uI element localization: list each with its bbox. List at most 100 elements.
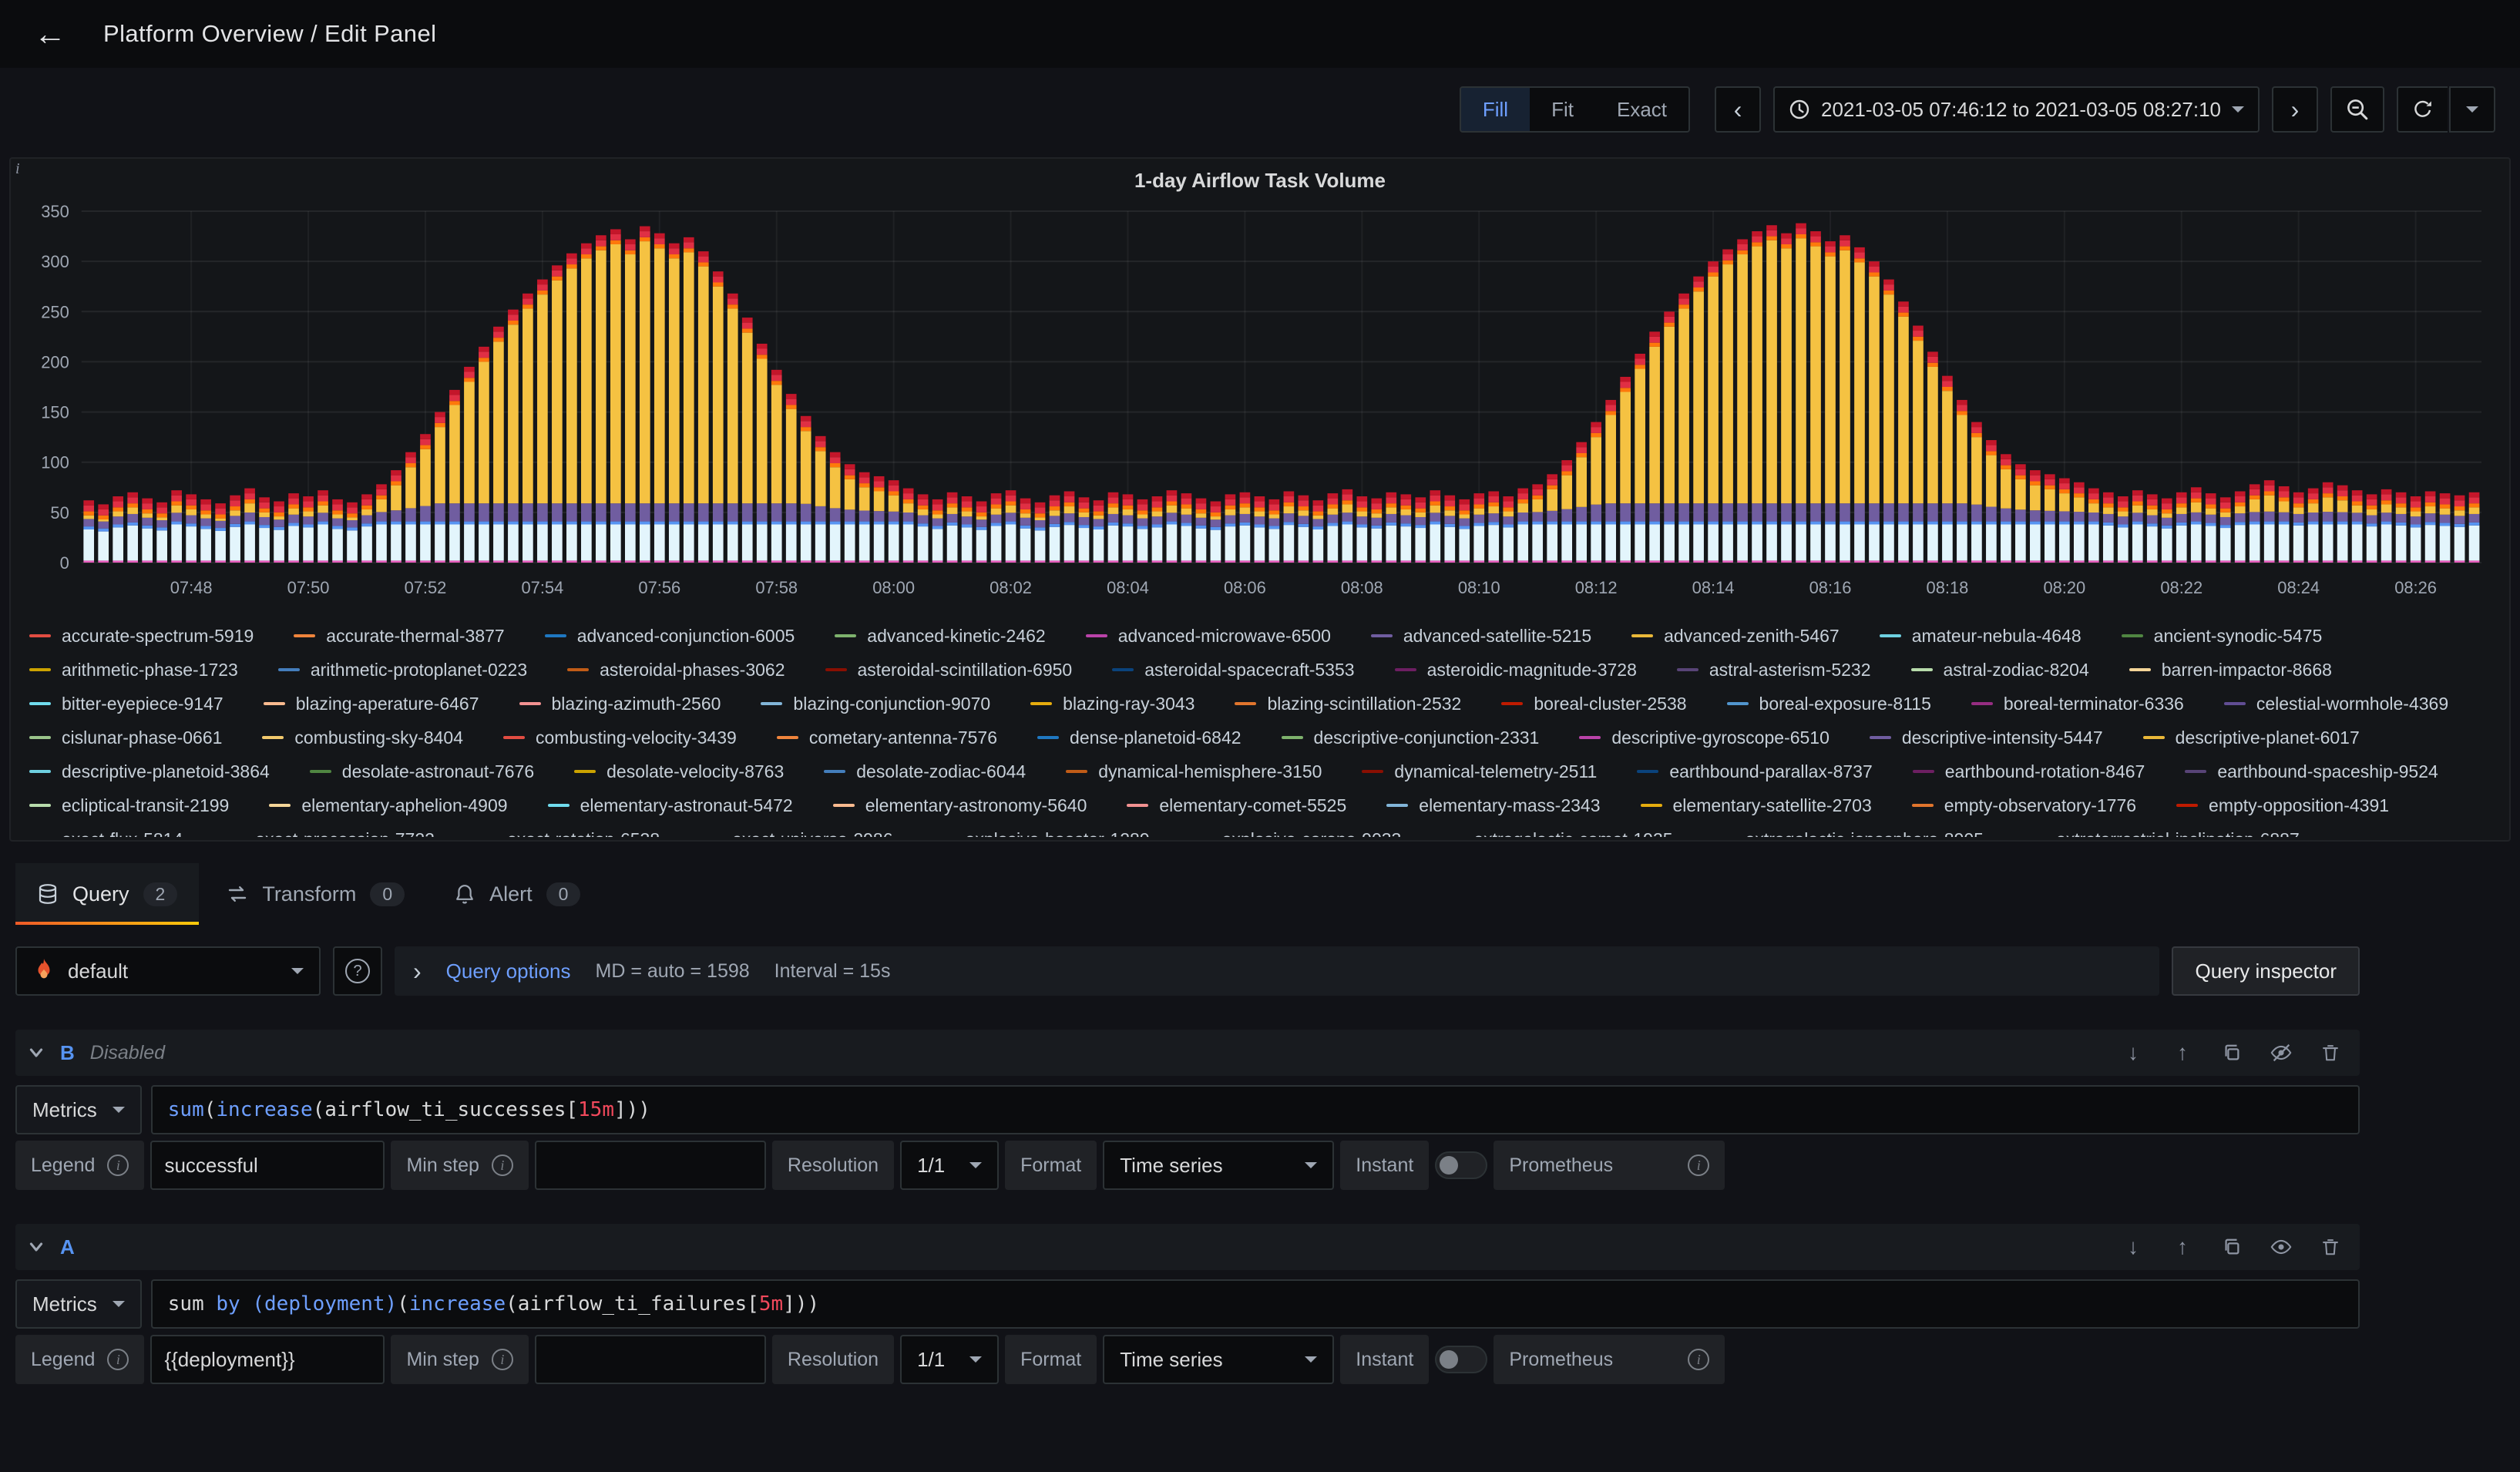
instant-toggle[interactable] — [1435, 1151, 1487, 1179]
legend-item[interactable]: explosive-corona-9033 — [1190, 825, 1402, 837]
legend-item[interactable]: empty-observatory-1776 — [1912, 791, 2136, 820]
legend-item[interactable]: descriptive-conjunction-2331 — [1282, 723, 1540, 752]
move-query-up-icon[interactable]: ↑ — [2166, 1036, 2199, 1070]
duplicate-query-icon[interactable] — [2215, 1036, 2249, 1070]
legend-item[interactable]: asteroidic-magnitude-3728 — [1395, 655, 1637, 684]
legend-item[interactable]: exact-universe-2986 — [700, 825, 892, 837]
legend-item[interactable]: exact-rotation-6538 — [475, 825, 660, 837]
legend-item[interactable]: exact-flux-5814 — [29, 825, 183, 837]
legend-item[interactable]: asteroidal-phases-3062 — [567, 655, 785, 684]
duplicate-query-icon[interactable] — [2215, 1230, 2249, 1264]
legend-item[interactable]: boreal-exposure-8115 — [1727, 689, 1931, 718]
legend-item[interactable]: empty-opposition-4391 — [2176, 791, 2389, 820]
legend-item[interactable]: combusting-sky-8404 — [262, 723, 463, 752]
resolution-select[interactable]: 1/1 — [900, 1335, 999, 1384]
legend-item[interactable]: blazing-scintillation-2532 — [1235, 689, 1461, 718]
legend-item[interactable]: dynamical-telemetry-2511 — [1362, 757, 1597, 786]
promql-input[interactable]: sum(increase(airflow_ti_successes[15m])) — [151, 1085, 2360, 1134]
legend-item[interactable]: accurate-thermal-3877 — [294, 621, 504, 650]
time-range-picker[interactable]: 2021-03-05 07:46:12 to 2021-03-05 08:27:… — [1773, 86, 2260, 133]
legend-item[interactable]: combusting-velocity-3439 — [503, 723, 737, 752]
legend-item[interactable]: advanced-conjunction-6005 — [545, 621, 795, 650]
min-step-input[interactable] — [535, 1141, 766, 1190]
legend-format-input[interactable] — [150, 1335, 385, 1384]
legend-item[interactable]: elementary-astronaut-5472 — [548, 791, 793, 820]
move-query-up-icon[interactable]: ↑ — [2166, 1230, 2199, 1264]
resolution-select[interactable]: 1/1 — [900, 1141, 999, 1190]
datasource-picker[interactable]: default — [15, 946, 321, 996]
zoom-out-button[interactable] — [2330, 86, 2384, 133]
legend-item[interactable]: blazing-azimuth-2560 — [519, 689, 721, 718]
format-select[interactable]: Time series — [1103, 1335, 1334, 1384]
legend-item[interactable]: accurate-spectrum-5919 — [29, 621, 254, 650]
legend-item[interactable]: dense-planetoid-6842 — [1037, 723, 1242, 752]
legend-item[interactable]: asteroidal-scintillation-6950 — [825, 655, 1073, 684]
datasource-help-button[interactable]: ? — [333, 946, 382, 996]
legend-item[interactable]: boreal-cluster-2538 — [1501, 689, 1686, 718]
time-shift-back-button[interactable]: ‹ — [1715, 86, 1761, 133]
delete-query-icon[interactable] — [2313, 1230, 2347, 1264]
legend-item[interactable]: earthbound-rotation-8467 — [1913, 757, 2145, 786]
refresh-interval-dropdown[interactable] — [2449, 86, 2495, 133]
legend-format-input[interactable] — [150, 1141, 385, 1190]
legend-item[interactable]: blazing-ray-3043 — [1030, 689, 1194, 718]
legend-item[interactable]: descriptive-gyroscope-6510 — [1579, 723, 1830, 752]
legend-item[interactable]: arithmetic-phase-1723 — [29, 655, 238, 684]
legend-item[interactable]: advanced-microwave-6500 — [1086, 621, 1331, 650]
legend-item[interactable]: asteroidal-spacecraft-5353 — [1112, 655, 1354, 684]
promql-input[interactable]: sum by (deployment)(increase(airflow_ti_… — [151, 1279, 2360, 1329]
legend-item[interactable]: arithmetic-protoplanet-0223 — [278, 655, 527, 684]
legend-item[interactable]: extragalactic-comet-1935 — [1441, 825, 1672, 837]
legend-item[interactable]: earthbound-spaceship-9524 — [2185, 757, 2438, 786]
collapse-chevron-icon[interactable] — [28, 1039, 45, 1067]
delete-query-icon[interactable] — [2313, 1036, 2347, 1070]
legend-item[interactable]: descriptive-planetoid-3864 — [29, 757, 270, 786]
refresh-button[interactable] — [2397, 86, 2448, 133]
legend-item[interactable]: ecliptical-transit-2199 — [29, 791, 229, 820]
legend-item[interactable]: extragalactic-ionosphere-8905 — [1713, 825, 1984, 837]
format-select[interactable]: Time series — [1103, 1141, 1334, 1190]
query-header[interactable]: B Disabled ↓ ↑ — [15, 1030, 2360, 1076]
legend-item[interactable]: cislunar-phase-0661 — [29, 723, 222, 752]
legend-item[interactable]: advanced-kinetic-2462 — [835, 621, 1045, 650]
legend-item[interactable]: cometary-antenna-7576 — [777, 723, 997, 752]
legend-item[interactable]: advanced-zenith-5467 — [1631, 621, 1840, 650]
legend-item[interactable]: desolate-astronaut-7676 — [310, 757, 534, 786]
legend-item[interactable]: earthbound-parallax-8737 — [1637, 757, 1872, 786]
metrics-dropdown[interactable]: Metrics — [15, 1279, 142, 1329]
legend-item[interactable]: elementary-mass-2343 — [1386, 791, 1600, 820]
tab-transform[interactable]: Transform 0 — [205, 863, 426, 925]
legend-item[interactable]: descriptive-planet-6017 — [2143, 723, 2360, 752]
legend-item[interactable]: celestial-wormhole-4369 — [2224, 689, 2448, 718]
legend-item[interactable]: bitter-eyepiece-9147 — [29, 689, 223, 718]
display-mode-fill[interactable]: Fill — [1461, 88, 1530, 131]
legend-item[interactable]: astral-asterism-5232 — [1677, 655, 1871, 684]
move-query-down-icon[interactable]: ↓ — [2116, 1230, 2150, 1264]
display-mode-exact[interactable]: Exact — [1595, 88, 1688, 131]
legend-item[interactable]: extraterrestrial-inclination-6887 — [2024, 825, 2300, 837]
tab-alert[interactable]: Alert 0 — [432, 863, 602, 925]
min-step-input[interactable] — [535, 1335, 766, 1384]
legend-item[interactable]: desolate-velocity-8763 — [574, 757, 784, 786]
legend-item[interactable]: blazing-aperature-6467 — [264, 689, 479, 718]
move-query-down-icon[interactable]: ↓ — [2116, 1036, 2150, 1070]
chart-plot[interactable]: 05010015020025030035007:4807:5007:5207:5… — [29, 196, 2491, 615]
eye-slash-icon[interactable] — [2264, 1036, 2298, 1070]
metrics-dropdown[interactable]: Metrics — [15, 1085, 142, 1134]
legend-item[interactable]: boreal-terminator-6336 — [1971, 689, 2184, 718]
query-options-bar[interactable]: › Query options MD = auto = 1598 Interva… — [395, 946, 2159, 996]
query-inspector-button[interactable]: Query inspector — [2172, 946, 2360, 996]
legend-item[interactable]: astral-zodiac-8204 — [1911, 655, 2089, 684]
collapse-chevron-icon[interactable] — [28, 1233, 45, 1262]
back-arrow-icon[interactable]: ← — [22, 15, 79, 53]
tab-query[interactable]: Query 2 — [15, 863, 199, 925]
legend-item[interactable]: desolate-zodiac-6044 — [824, 757, 1026, 786]
legend-item[interactable]: exact-precession-7722 — [223, 825, 435, 837]
legend-item[interactable]: amateur-nebula-4648 — [1880, 621, 2082, 650]
time-shift-forward-button[interactable]: › — [2272, 86, 2318, 133]
legend-item[interactable]: elementary-astronomy-5640 — [833, 791, 1087, 820]
legend-item[interactable]: elementary-satellite-2703 — [1641, 791, 1872, 820]
legend-item[interactable]: ancient-synodic-5475 — [2122, 621, 2323, 650]
legend-item[interactable]: blazing-conjunction-9070 — [761, 689, 990, 718]
legend-item[interactable]: elementary-comet-5525 — [1127, 791, 1346, 820]
